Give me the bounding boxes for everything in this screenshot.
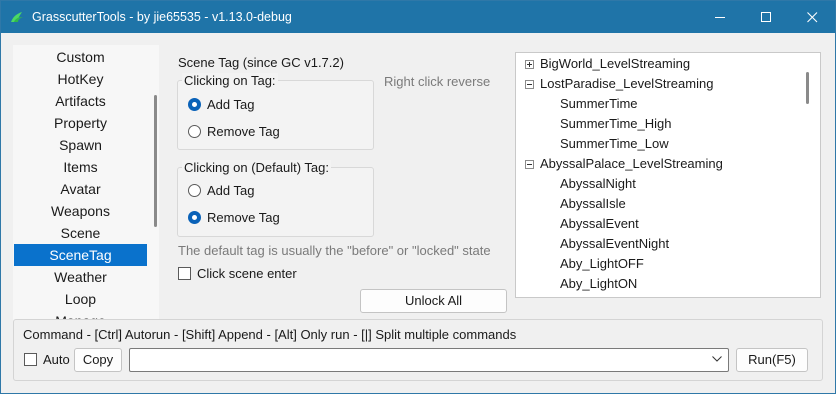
tree-leaf[interactable]: SummerTime — [560, 94, 638, 114]
sidebar-scrollbar-thumb[interactable] — [154, 95, 157, 227]
clicking-default-tag-group — [177, 167, 374, 237]
radio-button[interactable] — [188, 98, 201, 111]
scene-tag-tree[interactable]: BigWorld_LevelStreaming LostParadise_Lev… — [515, 52, 821, 298]
checkbox-label: Auto — [43, 352, 70, 367]
tree-node[interactable]: AbyssalPalace_LevelStreaming — [525, 154, 723, 174]
maximize-icon — [760, 11, 771, 22]
tree-leaf[interactable]: SummerTime_Low — [560, 134, 669, 154]
clicking-on-tag-group — [177, 80, 374, 150]
sidebar-item-items[interactable]: Items — [14, 156, 147, 178]
auto-checkbox[interactable]: Auto — [24, 352, 70, 367]
tree-vertical-scrollbar-thumb[interactable] — [806, 72, 809, 104]
copy-button[interactable]: Copy — [74, 348, 122, 372]
minimize-button[interactable] — [697, 1, 743, 33]
sidebar-item-custom[interactable]: Custom — [14, 46, 147, 68]
chevron-down-icon[interactable] — [712, 356, 722, 362]
tree-leaf-label: AbyssalEvent — [560, 216, 639, 231]
grass-app-icon — [11, 12, 23, 22]
expand-icon[interactable] — [525, 59, 534, 69]
radio-button[interactable] — [188, 125, 201, 138]
clicking-on-tag-legend: Clicking on Tag: — [182, 73, 278, 88]
radio-default-remove-tag[interactable]: Remove Tag — [188, 210, 280, 225]
tree-leaf[interactable]: Aby_LightOFF — [560, 254, 644, 274]
sidebar-item-artifacts[interactable]: Artifacts — [14, 90, 147, 112]
radio-button[interactable] — [188, 211, 201, 224]
tree-node-label: LostParadise_LevelStreaming — [540, 76, 714, 91]
tree-leaf[interactable]: AbyssalIsle — [560, 194, 626, 214]
checkbox[interactable] — [24, 353, 37, 366]
radio-label: Remove Tag — [207, 124, 280, 139]
tree-node-label: BigWorld_LevelStreaming — [540, 56, 691, 71]
title-bar[interactable]: GrasscutterTools - by jie65535 - v1.13.0… — [1, 1, 835, 33]
checkbox-label: Click scene enter — [197, 266, 297, 281]
sidebar-item-scenetag[interactable]: SceneTag — [14, 244, 147, 266]
sidebar-item-weather[interactable]: Weather — [14, 266, 147, 288]
tree-leaf[interactable]: AbyssalEventNight — [560, 234, 669, 254]
sidebar-item-scene[interactable]: Scene — [14, 222, 147, 244]
tree-leaf-label: AbyssalIsle — [560, 196, 626, 211]
tree-leaf[interactable]: SummerTime_High — [560, 114, 672, 134]
sidebar-item-hotkey[interactable]: HotKey — [14, 68, 147, 90]
radio-remove-tag[interactable]: Remove Tag — [188, 124, 280, 139]
tree-node-label: AbyssalPalace_LevelStreaming — [540, 156, 723, 171]
default-tag-hint: The default tag is usually the "before" … — [178, 243, 491, 258]
radio-default-add-tag[interactable]: Add Tag — [188, 183, 254, 198]
app-window: GrasscutterTools - by jie65535 - v1.13.0… — [0, 0, 836, 394]
sidebar-item-property[interactable]: Property — [14, 112, 147, 134]
command-input[interactable] — [129, 348, 729, 372]
tree-node[interactable]: BigWorld_LevelStreaming — [525, 54, 690, 74]
tree-leaf-label: SummerTime — [560, 96, 638, 111]
radio-button[interactable] — [188, 184, 201, 197]
radio-label: Remove Tag — [207, 210, 280, 225]
collapse-icon[interactable] — [525, 79, 534, 89]
radio-label: Add Tag — [207, 183, 255, 198]
tree-leaf[interactable]: AbyssalEvent — [560, 214, 639, 234]
clicking-default-tag-legend: Clicking on (Default) Tag: — [182, 160, 331, 175]
tree-leaf-label: AbyssalEventNight — [560, 236, 670, 251]
tree-node[interactable]: LostParadise_LevelStreaming — [525, 74, 713, 94]
tree-leaf-label: SummerTime_Low — [560, 136, 669, 151]
sidebar-item-spawn[interactable]: Spawn — [14, 134, 147, 156]
tree-leaf[interactable]: AbyssalNight — [560, 174, 636, 194]
sidebar-item-loop[interactable]: Loop — [14, 288, 147, 310]
tree-leaf-label: Aby_LightON — [560, 276, 638, 291]
tree-leaf[interactable]: Aby_LightON — [560, 274, 637, 294]
close-button[interactable] — [789, 1, 835, 33]
tree-leaf-label: SummerTime_High — [560, 116, 672, 131]
sidebar-item-avatar[interactable]: Avatar — [14, 178, 147, 200]
radio-label: Add Tag — [207, 97, 255, 112]
tree-leaf-label: Aby_LightOFF — [560, 256, 644, 271]
radio-add-tag[interactable]: Add Tag — [188, 97, 254, 112]
click-scene-enter-checkbox[interactable]: Click scene enter — [178, 266, 297, 281]
unlock-all-button[interactable]: Unlock All — [360, 289, 507, 313]
command-help-text: Command - [Ctrl] Autorun - [Shift] Appen… — [23, 327, 517, 342]
checkbox[interactable] — [178, 267, 191, 280]
right-click-hint: Right click reverse — [384, 74, 491, 89]
sidebar-nav[interactable]: Custom HotKey Artifacts Property Spawn I… — [13, 45, 159, 327]
sidebar-item-weapons[interactable]: Weapons — [14, 200, 147, 222]
window-title: GrasscutterTools - by jie65535 - v1.13.0… — [32, 10, 292, 24]
collapse-icon[interactable] — [525, 159, 534, 169]
minimize-icon — [714, 16, 725, 18]
scene-tag-title: Scene Tag (since GC v1.7.2) — [178, 55, 344, 70]
run-button[interactable]: Run(F5) — [736, 348, 808, 372]
close-icon — [806, 11, 817, 22]
tree-leaf-label: AbyssalNight — [560, 176, 636, 191]
maximize-button[interactable] — [743, 1, 789, 33]
